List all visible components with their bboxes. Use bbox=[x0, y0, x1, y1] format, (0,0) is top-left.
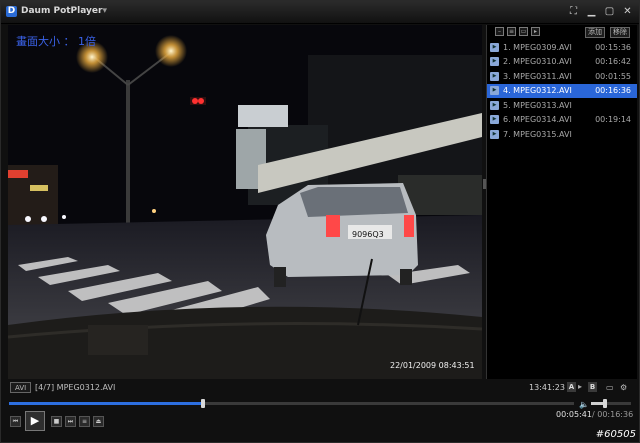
video-file-icon: ▶ bbox=[490, 115, 499, 125]
seek-bar-fill bbox=[9, 402, 203, 405]
playlist-item-label: 4. MPEG0312.AVI bbox=[503, 86, 572, 96]
window-controls: ⛶ ▁ ▢ ✕ bbox=[568, 6, 633, 17]
video-file-icon: ▶ bbox=[490, 42, 499, 52]
app-title-product: PotPlayer bbox=[53, 6, 103, 16]
app-logo-icon: D bbox=[6, 6, 17, 17]
car-plate: 9096Q3 bbox=[352, 230, 384, 239]
ab-arrow-icon: ▸ bbox=[578, 382, 583, 391]
app-menu-dropdown-icon[interactable]: ▾ bbox=[102, 6, 107, 16]
playlist-settings-icon[interactable]: ▸ bbox=[531, 27, 540, 36]
previous-icon[interactable]: ⏮ bbox=[10, 416, 21, 427]
playlist-item[interactable]: ▶ 5. MPEG0313.AVI bbox=[487, 98, 637, 113]
video-timestamp: 22/01/2009 08:43:51 bbox=[390, 361, 475, 370]
playlist-item[interactable]: ▶ 7. MPEG0315.AVI bbox=[487, 127, 637, 142]
playlist-item-label: 3. MPEG0311.AVI bbox=[503, 71, 572, 81]
playlist-item-duration: 00:16:42 bbox=[595, 57, 631, 67]
screen-size-osd: 畫面大小 ： 1倍 bbox=[16, 35, 96, 48]
total-time: / 00:16:36 bbox=[592, 410, 634, 419]
video-file-icon: ▶ bbox=[490, 57, 499, 67]
video-file-icon: ▶ bbox=[490, 100, 499, 110]
app-title[interactable]: Daum PotPlayer▾ bbox=[21, 6, 107, 16]
title-bar[interactable]: D Daum PotPlayer▾ ⛶ ▁ ▢ ✕ bbox=[1, 1, 639, 24]
playlist-item-duration: 00:15:36 bbox=[595, 42, 631, 52]
playlist-toolbar: – ≡ ▭ ▸ 添加 移除 bbox=[487, 25, 637, 39]
repeat-a-button[interactable]: A bbox=[567, 382, 576, 392]
subtitle-icon[interactable]: ▭ bbox=[606, 383, 614, 392]
format-badge[interactable]: AVI bbox=[10, 382, 32, 393]
playlist-item-label: 5. MPEG0313.AVI bbox=[503, 100, 572, 110]
video-frame: 9096Q3 bbox=[8, 25, 482, 379]
current-time: 00:05:41 bbox=[556, 410, 592, 419]
playlist-item[interactable]: ▶ 3. MPEG0311.AVI 00:01:55 bbox=[487, 69, 637, 84]
seek-bar[interactable] bbox=[9, 399, 574, 408]
playlist-item[interactable]: ▶ 1. MPEG0309.AVI 00:15:36 bbox=[487, 40, 637, 55]
settings-icon[interactable]: ⚙ bbox=[620, 383, 627, 392]
stop-icon[interactable]: ■ bbox=[51, 416, 62, 427]
seek-row: 🔈 bbox=[1, 396, 639, 410]
system-clock: 13:41:23 bbox=[529, 383, 565, 392]
maximize-icon[interactable]: ▢ bbox=[604, 6, 615, 17]
seek-bar-handle[interactable] bbox=[200, 399, 205, 408]
playlist-list-icon[interactable]: ≡ bbox=[507, 27, 516, 36]
video-file-icon: ▶ bbox=[490, 129, 499, 139]
playlist-folder-icon[interactable]: ▭ bbox=[519, 27, 528, 36]
playlist-item[interactable]: ▶ 4. MPEG0312.AVI 00:16:36 bbox=[487, 83, 637, 98]
current-file-info: [4/7] MPEG0312.AVI bbox=[35, 383, 116, 392]
playlist-item-label: 1. MPEG0309.AVI bbox=[503, 42, 572, 52]
car-illustration bbox=[266, 183, 418, 287]
playlist-remove-button[interactable]: 移除 bbox=[610, 27, 630, 38]
play-button[interactable]: ▶ bbox=[25, 411, 45, 431]
info-bar: AVI [4/7] MPEG0312.AVI 13:41:23 A ▸ B ▭ … bbox=[1, 381, 639, 395]
playlist-toggle-icon[interactable]: ≡ bbox=[79, 416, 90, 427]
minimize-icon[interactable]: ▁ bbox=[586, 6, 597, 17]
video-display[interactable]: 9096Q3 畫面大小 ： 1倍 22/01/2009 08:43:51 bbox=[8, 25, 482, 379]
playlist-add-button[interactable]: 添加 bbox=[585, 27, 605, 38]
volume-handle[interactable] bbox=[603, 399, 607, 408]
video-file-icon: ▶ bbox=[490, 71, 499, 81]
next-icon[interactable]: ⏭ bbox=[65, 416, 76, 427]
potplayer-window: D Daum PotPlayer▾ ⛶ ▁ ▢ ✕ 9096Q3 畫面大小 ： … bbox=[0, 0, 640, 443]
watermark: #60505 bbox=[595, 429, 636, 440]
fullscreen-icon[interactable]: ⛶ bbox=[568, 6, 579, 17]
playlist-item[interactable]: ▶ 2. MPEG0310.AVI 00:16:42 bbox=[487, 55, 637, 70]
playlist-splitter-handle[interactable] bbox=[483, 179, 486, 189]
playlist-item-label: 6. MPEG0314.AVI bbox=[503, 115, 572, 125]
volume-icon[interactable]: 🔈 bbox=[579, 400, 589, 409]
app-title-brand: Daum bbox=[21, 6, 54, 16]
playlist-item-label: 2. MPEG0310.AVI bbox=[503, 57, 572, 67]
close-icon[interactable]: ✕ bbox=[622, 6, 633, 17]
playlist-item-duration: 00:16:36 bbox=[595, 86, 631, 96]
playlist-item[interactable]: ▶ 6. MPEG0314.AVI 00:19:14 bbox=[487, 113, 637, 128]
playlist-list: ▶ 1. MPEG0309.AVI 00:15:36 ▶ 2. MPEG0310.AVI… bbox=[487, 40, 637, 142]
playlist-item-duration: 00:01:55 bbox=[595, 71, 631, 81]
playlist-item-duration: 00:19:14 bbox=[595, 115, 631, 125]
repeat-b-button[interactable]: B bbox=[588, 382, 597, 392]
control-row: ⏮ ▶ ■ ⏭ ≡ ⏏ 00:05:41 / 00:16:36 bbox=[1, 409, 639, 435]
playlist-item-label: 7. MPEG0315.AVI bbox=[503, 129, 572, 139]
playlist-panel: – ≡ ▭ ▸ 添加 移除 ▶ 1. MPEG0309.AVI 00:15:36 ▶ 2… bbox=[483, 25, 637, 379]
playlist-collapse-icon[interactable]: – bbox=[495, 27, 504, 36]
eject-icon[interactable]: ⏏ bbox=[93, 416, 104, 427]
video-file-icon: ▶ bbox=[490, 86, 499, 96]
volume-slider[interactable] bbox=[591, 399, 631, 408]
